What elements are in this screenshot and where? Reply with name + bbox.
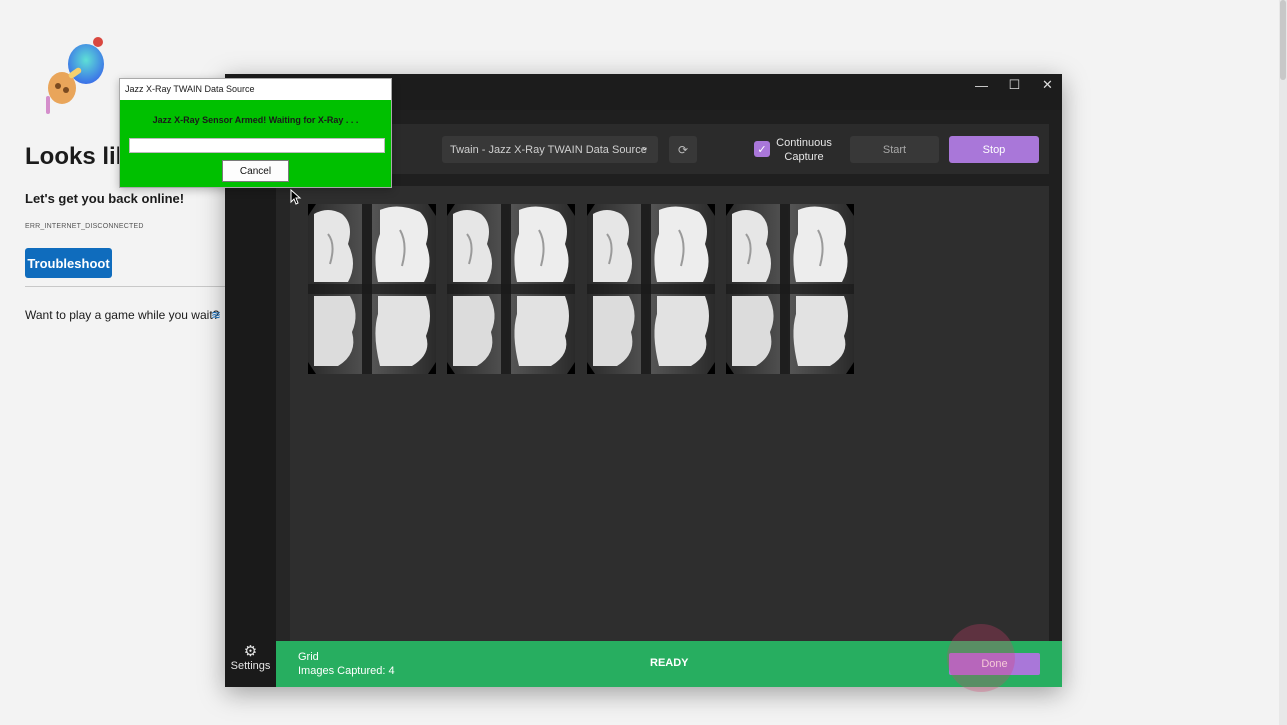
continuous-capture-label[interactable]: Continuous Capture: [773, 136, 835, 164]
click-indicator: [947, 624, 1015, 692]
chevron-down-icon: ⌄: [640, 142, 649, 153]
scrollbar-thumb[interactable]: [1280, 0, 1286, 80]
continuous-capture-checkbox[interactable]: ✓: [754, 141, 770, 157]
divider: [25, 286, 225, 287]
dialog-progress-bar: [129, 138, 385, 153]
close-icon[interactable]: ✕: [1031, 74, 1064, 96]
images-captured-count: Images Captured: 4: [298, 665, 395, 677]
dialog-title[interactable]: Jazz X-Ray TWAIN Data Source: [120, 79, 391, 100]
settings-label: Settings: [230, 660, 271, 672]
dialog-message: Jazz X-Ray Sensor Armed! Waiting for X-R…: [152, 115, 359, 125]
refresh-button[interactable]: ⟳: [669, 136, 697, 163]
minimize-icon[interactable]: —: [965, 74, 998, 96]
mouse-cursor-icon: [290, 189, 302, 205]
troubleshoot-button[interactable]: Troubleshoot: [25, 248, 112, 278]
source-select[interactable]: Twain - Jazz X-Ray TWAIN Data Source ⌄: [442, 136, 658, 163]
checkmark-icon: ✓: [757, 143, 767, 156]
status-bar: Grid Images Captured: 4 READY Done: [276, 641, 1062, 687]
sidebar: [225, 110, 276, 687]
page-subtitle: Let's get you back online!: [25, 191, 185, 206]
xray-thumbnail[interactable]: [447, 204, 575, 374]
twain-dialog: Jazz X-Ray TWAIN Data Source Jazz X-Ray …: [119, 78, 392, 188]
xray-thumbnail[interactable]: [726, 204, 854, 374]
error-code: ERR_INTERNET_DISCONNECTED: [25, 223, 144, 230]
page-title: Looks lik: [25, 143, 130, 170]
status-text: READY: [650, 657, 689, 669]
cancel-button[interactable]: Cancel: [222, 160, 289, 182]
surf-game-icon[interactable]: ≋: [211, 308, 221, 322]
view-mode-label: Grid: [298, 651, 319, 663]
refresh-icon: ⟳: [677, 142, 689, 157]
page-scrollbar[interactable]: [1279, 0, 1287, 725]
gear-icon: ⚙: [243, 643, 258, 660]
xray-thumbnail[interactable]: [308, 204, 436, 374]
start-button[interactable]: Start: [850, 136, 939, 163]
stop-button[interactable]: Stop: [949, 136, 1039, 163]
edge-surf-mascot-icon: [46, 37, 104, 114]
source-select-value: Twain - Jazz X-Ray TWAIN Data Source: [450, 143, 647, 156]
maximize-icon[interactable]: ☐: [998, 74, 1031, 96]
game-prompt: Want to play a game while you wait?: [25, 308, 220, 322]
content-gutter: [276, 110, 290, 641]
settings-button[interactable]: ⚙ Settings: [225, 644, 276, 684]
status-info: Grid Images Captured: 4: [298, 650, 395, 678]
xray-thumbnail[interactable]: [587, 204, 715, 374]
